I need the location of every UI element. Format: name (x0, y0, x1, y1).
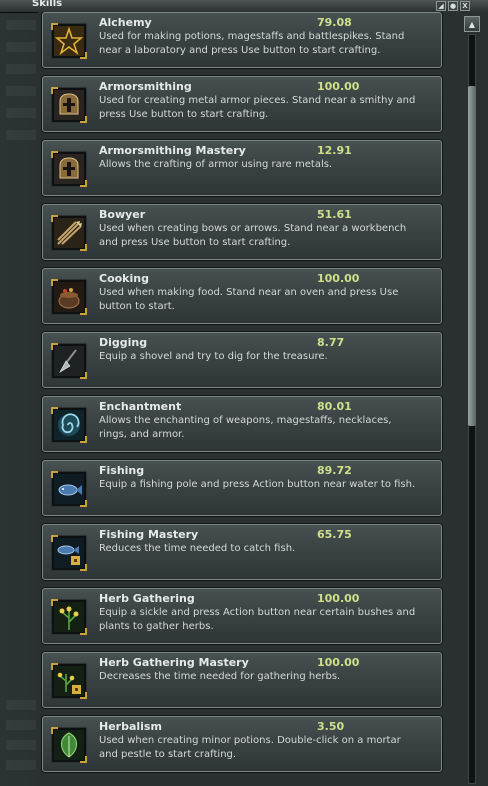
scroll-up-button[interactable]: ▲ (464, 16, 480, 32)
skill-entry[interactable]: Armorsmithing Mastery 12.91 Allows the cra… (42, 140, 442, 196)
skill-entry[interactable]: Bowyer 51.61 Used when creating bows or ar… (42, 204, 442, 260)
skill-description: Used for making potions, magestaffs and … (99, 31, 405, 56)
fish-mastery-icon[interactable] (51, 535, 87, 571)
pentagram-icon[interactable] (51, 23, 87, 59)
restore-button[interactable]: ● (448, 1, 458, 11)
skills-window: Alchemy 79.08 Used for making potions, mag… (38, 12, 488, 786)
helmet-icon[interactable] (51, 151, 87, 187)
skill-name: Cooking (99, 272, 149, 285)
skill-description: Used when creating bows or arrows. Stand… (99, 223, 407, 248)
scrollbar[interactable]: ▲ (462, 16, 482, 786)
skill-value: 3.50 (317, 720, 345, 733)
skill-value: 100.00 (317, 592, 360, 605)
scroll-thumb[interactable] (468, 86, 476, 426)
arrows-icon[interactable] (51, 215, 87, 251)
skill-entry[interactable]: Herb Gathering Mastery 100.00 Decreases th… (42, 652, 442, 708)
skill-entry[interactable]: Fishing Mastery 65.75 Reduces the time nee… (42, 524, 442, 580)
background-ui-fragment (6, 740, 36, 750)
helmet-icon[interactable] (51, 87, 87, 123)
skill-value: 89.72 (317, 464, 352, 477)
background-ui-fragment (6, 720, 36, 730)
shovel-icon[interactable] (51, 343, 87, 379)
skill-value: 65.75 (317, 528, 352, 541)
background-ui-fragment (6, 130, 36, 140)
skill-description: Reduces the time needed to catch fish. (99, 543, 296, 554)
skill-description: Equip a sickle and press Action button n… (99, 607, 416, 632)
skill-name: Herb Gathering (99, 592, 195, 605)
skill-description: Used when creating minor potions. Double… (99, 735, 401, 760)
skill-entry[interactable]: Alchemy 79.08 Used for making potions, mag… (42, 12, 442, 68)
background-ui-fragment (6, 760, 36, 770)
leaf-icon[interactable] (51, 727, 87, 763)
cooking-pot-icon[interactable] (51, 279, 87, 315)
skill-value: 12.91 (317, 144, 352, 157)
background-ui-fragment (6, 108, 36, 118)
skill-value: 100.00 (317, 272, 360, 285)
minimize-button[interactable]: ◢ (436, 1, 446, 11)
skill-name: Bowyer (99, 208, 146, 221)
skill-name: Alchemy (99, 16, 152, 29)
background-ui-fragment (6, 64, 36, 74)
skill-entry[interactable]: Enchantment 80.01 Allows the enchanting of… (42, 396, 442, 452)
window-title: Skills (32, 0, 63, 9)
skill-name: Armorsmithing Mastery (99, 144, 246, 157)
skill-description: Equip a shovel and try to dig for the tr… (99, 351, 328, 362)
skill-name: Herb Gathering Mastery (99, 656, 249, 669)
skill-value: 8.77 (317, 336, 345, 349)
skill-entry[interactable]: Fishing 89.72 Equip a fishing pole and pre… (42, 460, 442, 516)
skill-description: Allows the enchanting of weapons, magest… (99, 415, 392, 440)
herb-icon[interactable] (51, 599, 87, 635)
skill-entry[interactable]: Herb Gathering 100.00 Equip a sickle and p… (42, 588, 442, 644)
skill-value: 51.61 (317, 208, 352, 221)
skill-entry[interactable]: Cooking 100.00 Used when making food. Stan… (42, 268, 442, 324)
skill-name: Digging (99, 336, 148, 349)
skill-value: 79.08 (317, 16, 352, 29)
skill-name: Herbalism (99, 720, 162, 733)
skill-value: 100.00 (317, 656, 360, 669)
skill-name: Fishing (99, 464, 145, 477)
background-ui-fragment (6, 86, 36, 96)
skill-entry[interactable]: Herbalism 3.50 Used when creating minor po… (42, 716, 442, 772)
close-button[interactable]: X (460, 1, 470, 11)
background-ui-fragment (6, 20, 36, 30)
skill-name: Enchantment (99, 400, 182, 413)
fish-icon[interactable] (51, 471, 87, 507)
skill-value: 100.00 (317, 80, 360, 93)
skill-name: Fishing Mastery (99, 528, 199, 541)
skill-description: Decreases the time needed for gathering … (99, 671, 341, 682)
window-controls: ◢ ● X (436, 1, 470, 11)
background-ui-fragment (6, 700, 36, 710)
swirl-icon[interactable] (51, 407, 87, 443)
herb-mastery-icon[interactable] (51, 663, 87, 699)
skill-description: Equip a fishing pole and press Action bu… (99, 479, 416, 490)
skill-description: Used when making food. Stand near an ove… (99, 287, 399, 312)
skill-description: Allows the crafting of armor using rare … (99, 159, 333, 170)
skill-description: Used for creating metal armor pieces. St… (99, 95, 416, 120)
skill-name: Armorsmithing (99, 80, 192, 93)
background-ui-fragment (6, 42, 36, 52)
skill-entry[interactable]: Armorsmithing 100.00 Used for creating met… (42, 76, 442, 132)
skill-value: 80.01 (317, 400, 352, 413)
skill-entry[interactable]: Digging 8.77 Equip a shovel and try to dig… (42, 332, 442, 388)
